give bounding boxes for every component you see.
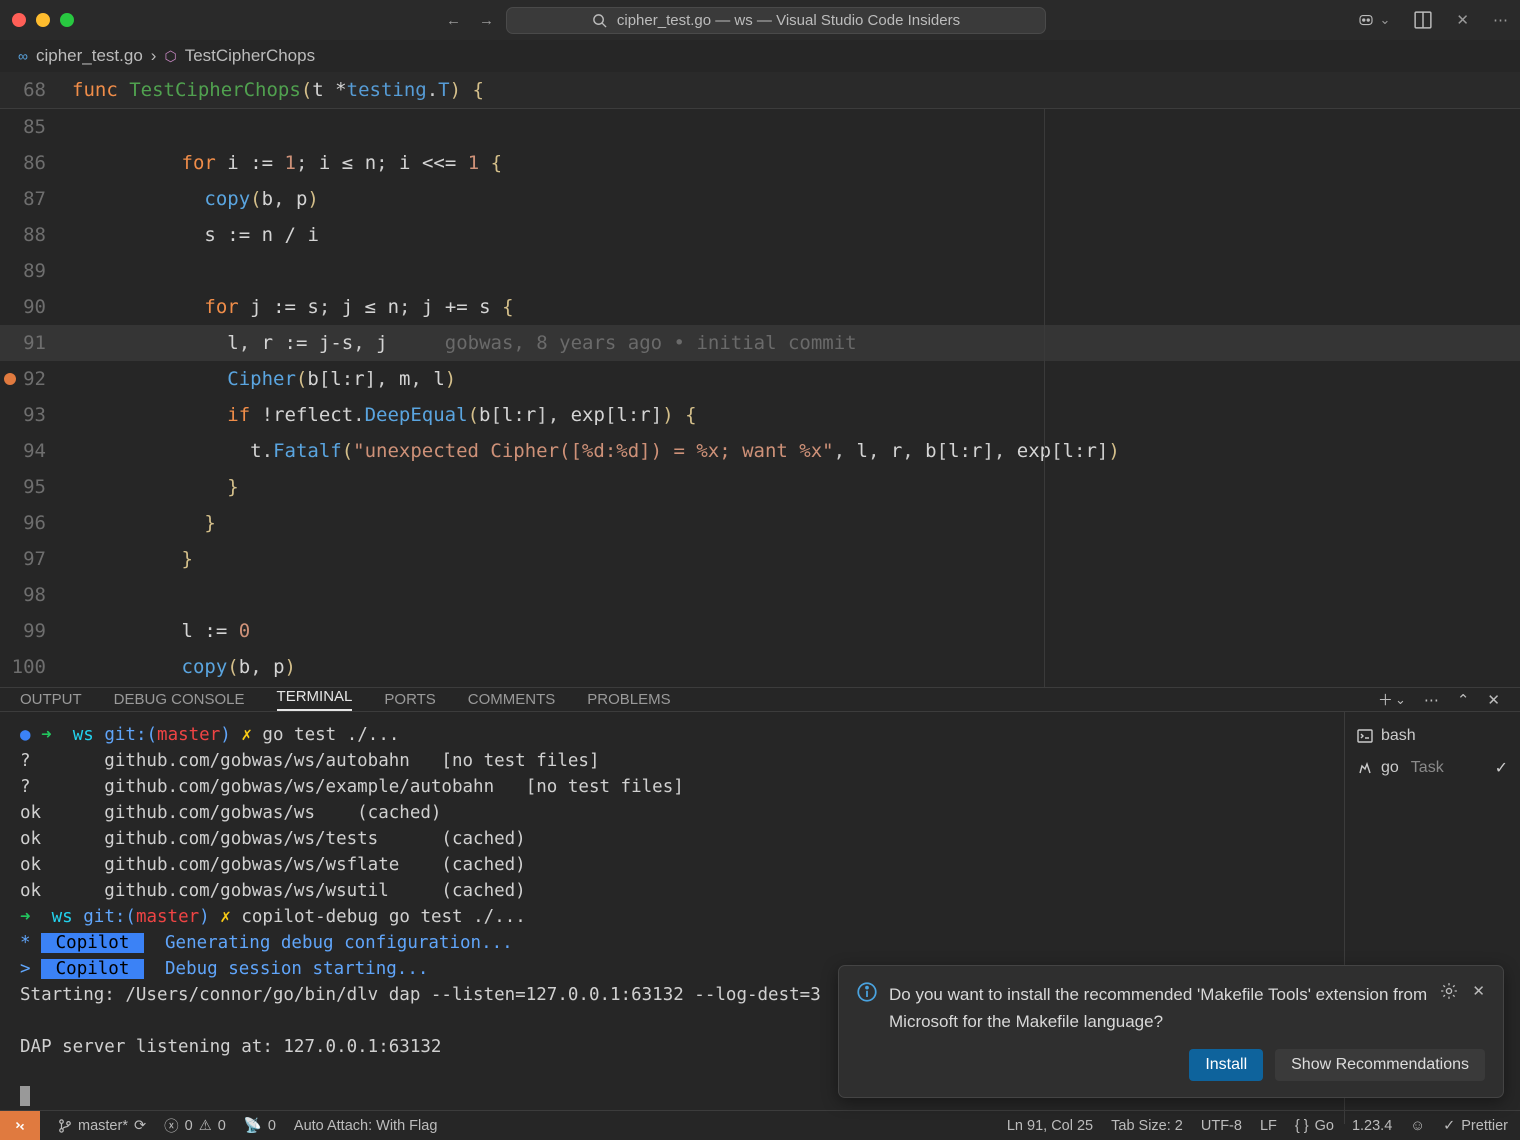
terminal-item-bash[interactable]: bash [1357,720,1508,752]
close-panel-icon[interactable]: ✕ [1456,11,1469,29]
close-window-button[interactable] [12,13,26,27]
code-line[interactable]: 85 [0,109,1520,145]
line-number: 90 [0,289,72,325]
code-text: } [72,541,193,577]
code-text: t.Fatalf("unexpected Cipher([%d:%d]) = %… [72,433,1120,469]
nav-forward-button[interactable]: → [479,12,494,29]
code-line[interactable]: 97 } [0,541,1520,577]
breadcrumb-separator: › [151,46,157,66]
code-text: Cipher(b[l:r], m, l) [72,361,456,397]
more-menu-icon[interactable]: ⋯ [1493,11,1508,29]
panel-tab-comments[interactable]: COMMENTS [468,691,556,708]
code-text [72,577,182,613]
code-line[interactable]: 100 copy(b, p) [0,649,1520,685]
code-text: copy(b, p) [72,181,319,217]
notification-toast: Do you want to install the recommended '… [838,965,1504,1098]
go-file-icon: ∞ [18,48,28,64]
maximize-window-button[interactable] [60,13,74,27]
code-line[interactable]: 86 for i := 1; i ≤ n; i <<= 1 { [0,145,1520,181]
code-line[interactable]: 99 l := 0 [0,613,1520,649]
code-text [72,109,182,145]
panel-tab-ports[interactable]: PORTS [384,691,435,708]
code-text: l, r := j-s, j gobwas, 8 years ago • ini… [72,325,857,361]
notification-message: Do you want to install the recommended '… [889,982,1428,1035]
window-controls [12,13,74,27]
code-line[interactable]: 98 [0,577,1520,613]
nav-back-button[interactable]: ← [446,12,461,29]
code-text: } [72,469,239,505]
breadcrumb-symbol[interactable]: TestCipherChops [185,46,315,66]
breadcrumb-file[interactable]: cipher_test.go [36,46,143,66]
line-number: 95 [0,469,72,505]
code-line[interactable]: 96 } [0,505,1520,541]
panel-tab-output[interactable]: OUTPUT [20,691,82,708]
panel-more-icon[interactable]: ⋯ [1424,691,1439,709]
terminal-item-go[interactable]: goTask✓ [1357,752,1508,784]
gear-icon[interactable] [1440,982,1458,1000]
code-text: l := 0 [72,613,250,649]
panel-tab-debug-console[interactable]: DEBUG CONSOLE [114,691,245,708]
line-number: 88 [0,217,72,253]
line-number: 93 [0,397,72,433]
window-title: cipher_test.go — ws — Visual Studio Code… [617,12,960,29]
show-recommendations-button[interactable]: Show Recommendations [1275,1049,1485,1081]
code-text: for i := 1; i ≤ n; i <<= 1 { [72,145,502,181]
layout-panel-icon[interactable] [1414,11,1432,29]
info-icon [857,982,877,1002]
function-symbol-icon: ⬡ [164,48,176,65]
code-text: copy(b, p) [72,649,296,685]
new-terminal-button[interactable]: ＋⌄ [1378,689,1406,710]
sticky-scroll-header[interactable]: 68 func TestCipherChops(t *testing.T) { [0,72,1520,109]
minimize-window-button[interactable] [36,13,50,27]
command-center[interactable]: cipher_test.go — ws — Visual Studio Code… [506,7,1046,34]
line-number: 87 [0,181,72,217]
line-number: 96 [0,505,72,541]
panel-tabs: OUTPUT DEBUG CONSOLE TERMINAL PORTS COMMENTS… [0,688,1520,712]
notification-close-icon[interactable]: ✕ [1472,982,1485,1000]
line-number: 94 [0,433,72,469]
line-number: 100 [0,649,72,685]
code-text [72,253,204,289]
line-number: 86 [0,145,72,181]
line-number: 97 [0,541,72,577]
copilot-icon[interactable]: ⌄ [1356,11,1391,29]
editor-ruler [1044,109,1045,687]
code-line[interactable]: 94 t.Fatalf("unexpected Cipher([%d:%d]) … [0,433,1520,469]
line-number: 68 [0,72,72,108]
breakpoint-icon[interactable] [4,373,16,385]
code-line[interactable]: 93 if !reflect.DeepEqual(b[l:r], exp[l:r… [0,397,1520,433]
search-icon [592,13,607,28]
code-line[interactable]: 91 l, r := j-s, j gobwas, 8 years ago • … [0,325,1520,361]
code-text: s := n / i [72,217,319,253]
code-line[interactable]: 95 } [0,469,1520,505]
panel-close-icon[interactable]: ✕ [1487,691,1500,709]
bottom-panel: OUTPUT DEBUG CONSOLE TERMINAL PORTS COMMENTS… [0,687,1520,1110]
line-number: 91 [0,325,72,361]
code-line[interactable]: 88 s := n / i [0,217,1520,253]
terminal-icon [1357,760,1373,776]
sticky-code: func TestCipherChops(t *testing.T) { [72,72,484,108]
check-icon: ✓ [1495,758,1508,778]
code-text: } [72,505,216,541]
code-text: for j := s; j ≤ n; j += s { [72,289,514,325]
terminal-icon [1357,728,1373,744]
line-number: 99 [0,613,72,649]
panel-maximize-icon[interactable]: ⌃ [1457,691,1470,709]
line-number: 98 [0,577,72,613]
line-number: 89 [0,253,72,289]
code-text: if !reflect.DeepEqual(b[l:r], exp[l:r]) … [72,397,697,433]
code-line[interactable]: 90 for j := s; j ≤ n; j += s { [0,289,1520,325]
editor[interactable]: 85 86 for i := 1; i ≤ n; i <<= 1 {87 cop… [0,109,1520,687]
nav-arrows: ← → [446,12,494,29]
panel-tab-terminal[interactable]: TERMINAL [277,688,353,711]
line-number: 85 [0,109,72,145]
install-button[interactable]: Install [1189,1049,1263,1081]
code-line[interactable]: 89 [0,253,1520,289]
breadcrumb[interactable]: ∞ cipher_test.go › ⬡ TestCipherChops [0,40,1520,72]
code-line[interactable]: 92 Cipher(b[l:r], m, l) [0,361,1520,397]
code-line[interactable]: 87 copy(b, p) [0,181,1520,217]
panel-tab-problems[interactable]: PROBLEMS [587,691,670,708]
titlebar: ← → cipher_test.go — ws — Visual Studio … [0,0,1520,40]
